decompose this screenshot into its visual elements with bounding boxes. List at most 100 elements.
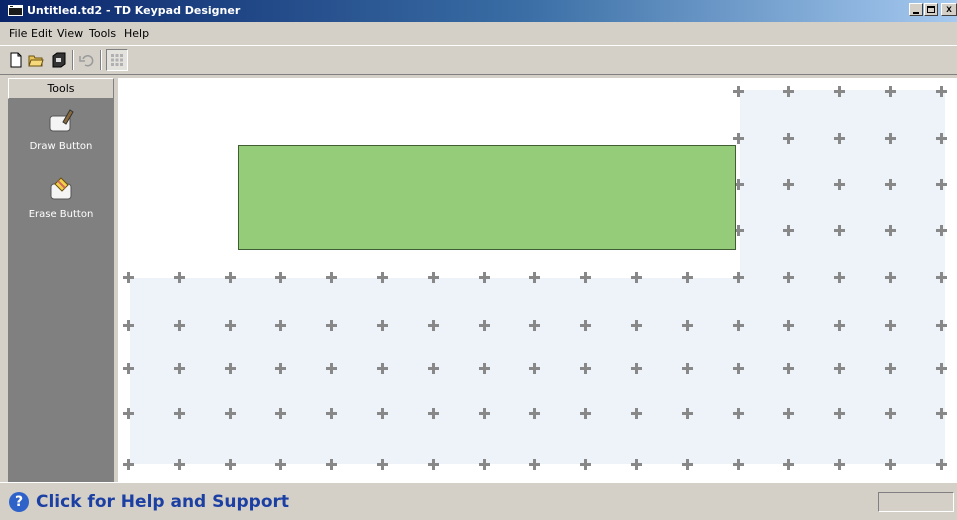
close-button[interactable]: x — [941, 3, 957, 16]
grid-marker — [733, 272, 744, 283]
grid-marker — [377, 408, 388, 419]
open-folder-icon[interactable] — [28, 52, 44, 68]
grid-marker — [580, 408, 591, 419]
undo-icon[interactable] — [78, 52, 94, 68]
close-icon: x — [946, 4, 952, 15]
grid-marker — [783, 179, 794, 190]
grid-marker — [580, 320, 591, 331]
grid-marker — [275, 459, 286, 470]
grid-marker — [377, 272, 388, 283]
maximize-button[interactable] — [924, 3, 938, 16]
grid-marker — [529, 459, 540, 470]
grid-marker — [123, 320, 134, 331]
grid-marker — [783, 320, 794, 331]
grid-marker — [326, 459, 337, 470]
grid-marker — [783, 225, 794, 236]
grid-marker — [428, 272, 439, 283]
grid-marker — [885, 363, 896, 374]
grid-marker — [428, 408, 439, 419]
grid-marker — [479, 408, 490, 419]
new-file-icon[interactable] — [8, 52, 24, 68]
grid-marker — [123, 272, 134, 283]
grid-marker — [834, 225, 845, 236]
grid-marker — [123, 459, 134, 470]
menu-bar: File Edit View Tools Help — [0, 22, 957, 45]
grid-marker — [936, 459, 947, 470]
help-icon[interactable]: ? — [9, 492, 29, 512]
keypad-button[interactable] — [238, 145, 736, 250]
grid-marker — [174, 272, 185, 283]
help-support-link[interactable]: Click for Help and Support — [36, 492, 289, 512]
grid-marker — [834, 272, 845, 283]
grid-marker — [885, 272, 896, 283]
grid-marker — [529, 408, 540, 419]
grid-marker — [834, 179, 845, 190]
grid-marker — [377, 363, 388, 374]
grid-marker — [783, 408, 794, 419]
grid-marker — [885, 86, 896, 97]
menu-edit[interactable]: Edit — [31, 27, 52, 40]
grid-marker — [275, 408, 286, 419]
menu-tools[interactable]: Tools — [89, 27, 116, 40]
grid-marker — [936, 272, 947, 283]
grid-marker — [174, 459, 185, 470]
grid-marker — [428, 363, 439, 374]
menu-view[interactable]: View — [57, 27, 83, 40]
grid-marker — [326, 272, 337, 283]
grid-marker — [479, 363, 490, 374]
grid-marker — [834, 86, 845, 97]
grid-marker — [326, 408, 337, 419]
draw-button-tool[interactable]: Draw Button — [8, 108, 114, 152]
grid-marker — [885, 459, 896, 470]
grid-marker — [326, 363, 337, 374]
grid-marker — [936, 408, 947, 419]
design-canvas[interactable] — [118, 78, 957, 482]
grid-toggle-button[interactable] — [106, 49, 128, 71]
grid-marker — [682, 459, 693, 470]
grid-marker — [225, 363, 236, 374]
grid-marker — [225, 272, 236, 283]
toolbar-separator — [100, 50, 102, 70]
grid-marker — [834, 408, 845, 419]
grid-marker — [682, 363, 693, 374]
grid-marker — [936, 320, 947, 331]
grid-marker — [580, 272, 591, 283]
grid-marker — [479, 459, 490, 470]
grid-marker — [275, 272, 286, 283]
grid-marker — [834, 459, 845, 470]
grid-marker — [631, 272, 642, 283]
grid-marker — [174, 408, 185, 419]
tools-panel: Tools Draw Button Erase Button — [8, 78, 114, 482]
grid-marker — [733, 133, 744, 144]
grid-marker — [529, 320, 540, 331]
grid-marker — [123, 408, 134, 419]
title-bar: Untitled.td2 - TD Keypad Designer x — [0, 0, 957, 22]
grid-marker — [275, 363, 286, 374]
menu-help[interactable]: Help — [124, 27, 149, 40]
erase-button-tool[interactable]: Erase Button — [8, 176, 114, 220]
grid-marker — [631, 320, 642, 331]
grid-marker — [733, 363, 744, 374]
grid-marker — [783, 86, 794, 97]
grid-marker — [631, 459, 642, 470]
minimize-button[interactable] — [909, 3, 923, 16]
grid-marker — [733, 459, 744, 470]
grid-marker — [783, 363, 794, 374]
grid-marker — [682, 320, 693, 331]
grid-marker — [580, 459, 591, 470]
toolbar-separator — [72, 50, 74, 70]
menu-file[interactable]: File — [9, 27, 27, 40]
maximize-icon — [927, 6, 935, 13]
status-bar: ? Click for Help and Support — [0, 482, 957, 520]
grid-marker — [936, 133, 947, 144]
grid-marker — [682, 272, 693, 283]
grid-marker — [631, 408, 642, 419]
grid-marker — [936, 225, 947, 236]
grid-marker — [783, 133, 794, 144]
grid-marker — [783, 272, 794, 283]
grid-marker — [225, 459, 236, 470]
save-icon[interactable] — [50, 52, 66, 68]
grid-marker — [123, 363, 134, 374]
grid-marker — [529, 272, 540, 283]
grid-marker — [834, 320, 845, 331]
